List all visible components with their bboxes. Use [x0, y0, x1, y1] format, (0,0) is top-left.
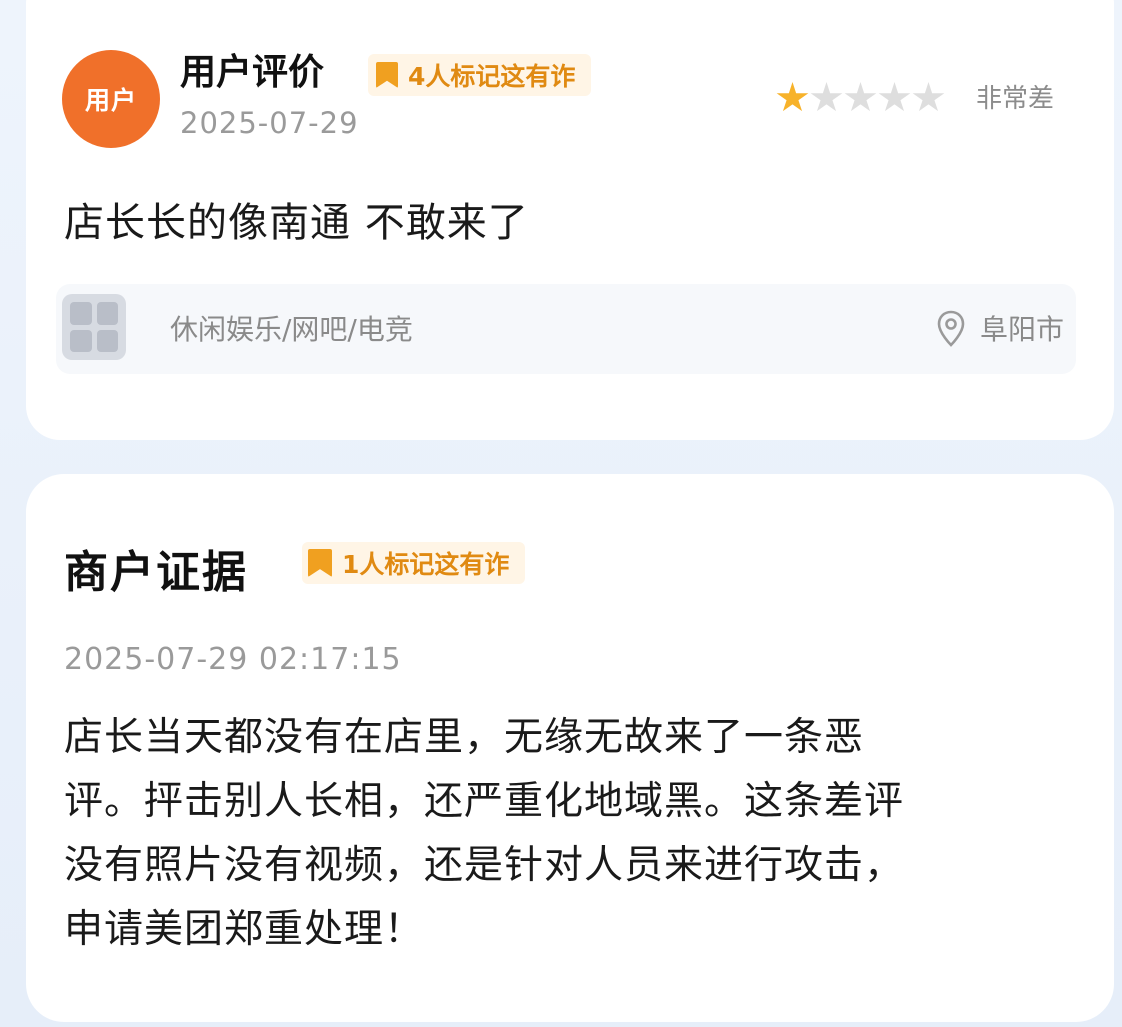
star-icon [810, 82, 843, 112]
bookmark-icon [376, 62, 398, 88]
evidence-content: 店长当天都没有在店里，无缘无故来了一条恶 评。抨击别人长相，还严重化地域黑。这条… [64, 706, 1074, 962]
shop-info-row[interactable]: 休闲娱乐/网吧/电竞 阜阳市 [56, 284, 1076, 374]
thumb-cell [96, 329, 118, 352]
review-fraud-flag-badge[interactable]: 4人标记这有诈 [368, 54, 592, 96]
page: 用户 用户评价 4人标记这有诈 2025-07-29 非常差 店长长的像南通 不… [0, 0, 1122, 1027]
bookmark-icon [308, 549, 332, 577]
reviewer-name: 用户评价 [180, 52, 325, 93]
shop-category: 休闲娱乐/网吧/电竞 [170, 313, 413, 346]
shop-thumbnail[interactable] [62, 294, 126, 360]
shop-city: 阜阳市 [980, 313, 1065, 346]
location-pin-icon [937, 310, 965, 347]
star-rating [776, 82, 946, 114]
star-icon [912, 82, 945, 112]
evidence-line: 没有照片没有视频，还是针对人员来进行攻击， [64, 843, 905, 888]
thumb-cell [70, 329, 92, 352]
merchant-evidence-title: 商户证据 [64, 547, 248, 598]
star-icon [776, 82, 809, 112]
evidence-line: 评。抨击别人长相，还严重化地域黑。这条差评 [64, 779, 905, 824]
evidence-line: 申请美团郑重处理！ [64, 907, 425, 952]
user-avatar[interactable]: 用户 [62, 50, 160, 148]
user-review-card: 用户 用户评价 4人标记这有诈 2025-07-29 非常差 店长长的像南通 不… [26, 0, 1114, 440]
rating-label: 非常差 [976, 84, 1055, 114]
evidence-datetime: 2025-07-29 02:17:15 [64, 642, 402, 677]
evidence-line: 店长当天都没有在店里，无缘无故来了一条恶 [64, 715, 865, 760]
evidence-fraud-flag-badge[interactable]: 1人标记这有诈 [302, 542, 526, 584]
review-date: 2025-07-29 [180, 106, 359, 140]
star-icon [844, 82, 877, 112]
merchant-evidence-card: 商户证据 1人标记这有诈 2025-07-29 02:17:15 店长当天都没有… [26, 474, 1114, 1022]
thumb-cell [96, 302, 118, 325]
star-icon [878, 82, 911, 112]
evidence-fraud-flag-text: 1人标记这有诈 [342, 550, 510, 579]
review-fraud-flag-text: 4人标记这有诈 [408, 62, 576, 91]
thumb-cell [70, 302, 92, 325]
review-content: 店长长的像南通 不敢来了 [64, 200, 529, 246]
